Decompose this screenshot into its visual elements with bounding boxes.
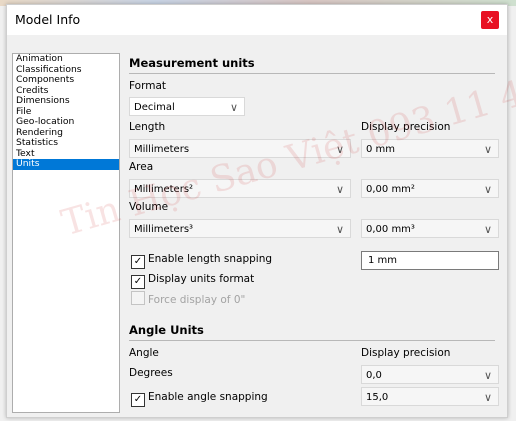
format-value: Decimal xyxy=(134,102,175,113)
length-precision-select[interactable]: 0 mm ∨ xyxy=(361,139,499,158)
chevron-down-icon: ∨ xyxy=(335,143,344,156)
chevron-down-icon: ∨ xyxy=(483,391,492,404)
angle-unit-value: Degrees xyxy=(129,367,173,379)
divider xyxy=(129,340,495,341)
volume-label: Volume xyxy=(129,201,169,213)
display-units-format-checkbox[interactable]: ✓ Display units format xyxy=(131,271,255,289)
sidebar-item-geo-location[interactable]: Geo-location xyxy=(13,117,119,128)
enable-angle-snapping-checkbox[interactable]: ✓ Enable angle snapping xyxy=(131,389,268,407)
sidebar-item-statistics[interactable]: Statistics xyxy=(13,138,119,149)
checkbox-empty-icon xyxy=(131,291,145,305)
area-precision-value: 0,00 mm² xyxy=(366,184,415,195)
angle-display-precision-label: Display precision xyxy=(361,347,451,359)
angle-snap-select[interactable]: 15,0 ∨ xyxy=(361,387,499,406)
volume-precision-select[interactable]: 0,00 mm³ ∨ xyxy=(361,219,499,238)
model-info-dialog: Model Info x Animation Classifications C… xyxy=(6,4,516,418)
close-icon: x xyxy=(486,13,494,26)
length-unit-value: Millimeters xyxy=(134,144,190,155)
format-select[interactable]: Decimal ∨ xyxy=(129,97,245,116)
chevron-down-icon: ∨ xyxy=(483,369,492,382)
category-list: Animation Classifications Components Cre… xyxy=(12,53,120,413)
display-precision-label: Display precision xyxy=(361,121,451,133)
title-bar: Model Info x xyxy=(7,5,507,35)
chevron-down-icon: ∨ xyxy=(483,143,492,156)
volume-unit-value: Millimeters³ xyxy=(134,224,194,235)
checkmark-icon: ✓ xyxy=(131,393,145,407)
measurement-units-heading: Measurement units xyxy=(129,56,255,70)
sidebar-item-animation[interactable]: Animation xyxy=(13,54,119,65)
angle-precision-value: 0,0 xyxy=(366,370,382,381)
sidebar-item-dimensions[interactable]: Dimensions xyxy=(13,96,119,107)
chevron-down-icon: ∨ xyxy=(483,183,492,196)
force-display-zero-checkbox[interactable]: Force display of 0" xyxy=(131,291,245,307)
area-unit-value: Millimeters² xyxy=(134,184,194,195)
chevron-down-icon: ∨ xyxy=(229,101,238,114)
area-unit-select[interactable]: Millimeters² ∨ xyxy=(129,179,351,198)
format-label: Format xyxy=(129,80,167,92)
chevron-down-icon: ∨ xyxy=(335,223,344,236)
window-title: Model Info xyxy=(15,12,81,27)
enable-angle-snapping-label: Enable angle snapping xyxy=(148,391,268,403)
sidebar-item-text[interactable]: Text xyxy=(13,149,119,160)
length-label: Length xyxy=(129,121,166,133)
angle-snap-value: 15,0 xyxy=(366,392,389,403)
sidebar-item-components[interactable]: Components xyxy=(13,75,119,86)
angle-units-heading: Angle Units xyxy=(129,323,204,337)
checkmark-icon: ✓ xyxy=(131,255,145,269)
chevron-down-icon: ∨ xyxy=(483,223,492,236)
enable-length-snapping-label: Enable length snapping xyxy=(148,253,273,265)
checkmark-icon: ✓ xyxy=(131,275,145,289)
sidebar-item-file[interactable]: File xyxy=(13,107,119,118)
enable-length-snapping-checkbox[interactable]: ✓ Enable length snapping xyxy=(131,251,273,269)
length-unit-select[interactable]: Millimeters ∨ xyxy=(129,139,351,158)
divider xyxy=(129,73,495,74)
angle-label: Angle xyxy=(129,347,159,359)
close-button[interactable]: x xyxy=(481,11,499,29)
area-label: Area xyxy=(129,161,154,173)
display-units-format-label: Display units format xyxy=(148,273,255,285)
units-panel: Measurement units Format Decimal ∨ Lengt… xyxy=(125,47,503,415)
volume-unit-select[interactable]: Millimeters³ ∨ xyxy=(129,219,351,238)
angle-precision-select[interactable]: 0,0 ∨ xyxy=(361,365,499,384)
sidebar-item-units[interactable]: Units xyxy=(13,159,119,170)
area-precision-select[interactable]: 0,00 mm² ∨ xyxy=(361,179,499,198)
sidebar-item-rendering[interactable]: Rendering xyxy=(13,128,119,139)
length-snap-value: 1 mm xyxy=(368,255,398,266)
length-precision-value: 0 mm xyxy=(366,144,396,155)
length-snap-input[interactable]: 1 mm xyxy=(361,251,499,270)
chevron-down-icon: ∨ xyxy=(335,183,344,196)
volume-precision-value: 0,00 mm³ xyxy=(366,224,415,235)
sidebar-item-credits[interactable]: Credits xyxy=(13,86,119,97)
force-display-zero-label: Force display of 0" xyxy=(148,294,246,306)
sidebar-item-classifications[interactable]: Classifications xyxy=(13,65,119,76)
